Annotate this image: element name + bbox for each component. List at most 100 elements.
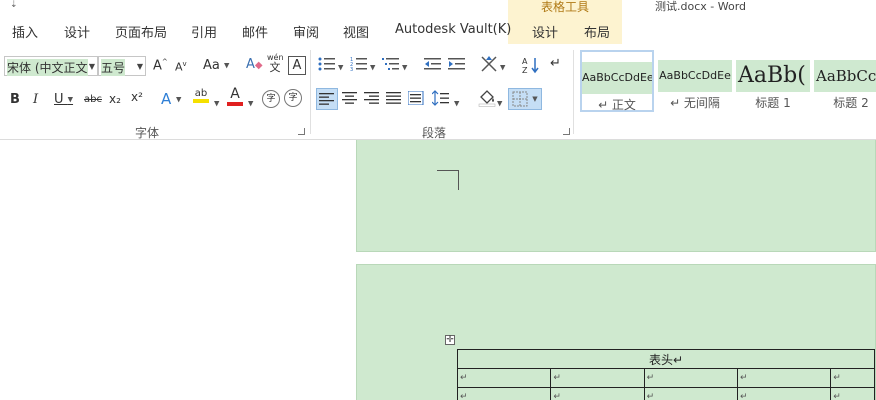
increase-indent-button[interactable] [448, 56, 466, 75]
table-cell[interactable]: ↵ [830, 368, 875, 388]
align-left-button[interactable] [316, 88, 338, 110]
align-left-icon [319, 93, 334, 105]
table-move-handle-icon[interactable]: ✛ [445, 335, 455, 345]
page[interactable]: ✛ 表头↵ ↵ ↵ ↵ ↵ ↵ ↵ ↵ ↵ ↵ ↵ [356, 264, 876, 400]
tab-view[interactable]: 视图 [343, 22, 369, 41]
table-cell[interactable]: ↵ [643, 387, 738, 400]
document-area[interactable]: ✛ 表头↵ ↵ ↵ ↵ ↵ ↵ ↵ ↵ ↵ ↵ ↵ [0, 140, 876, 400]
paragraph-dialog-launcher[interactable] [563, 128, 570, 135]
style-heading-2[interactable]: AaBbCc 标题 2 [814, 50, 876, 112]
style-normal[interactable]: AaBbCcDdEe ↵ 正文 [580, 50, 654, 112]
bullets-dropdown[interactable]: ▼ [338, 60, 343, 74]
subscript-button[interactable]: x₂ [109, 92, 121, 106]
numbering-button[interactable]: 123 [350, 56, 368, 75]
strikethrough-button[interactable]: abc [84, 94, 102, 105]
multilevel-list-button[interactable] [382, 56, 400, 75]
clear-formatting-button[interactable]: A◆ [246, 57, 263, 72]
document-title: 测试.docx - Word [655, 0, 747, 13]
character-border-button[interactable]: A [288, 56, 306, 75]
multilevel-list-icon [382, 58, 399, 70]
text-effects-button[interactable]: A ▼ [161, 90, 181, 108]
style-no-spacing[interactable]: AaBbCcDdEe ↵ 无间隔 [658, 50, 732, 112]
change-case-button[interactable]: Aa ▼ [203, 58, 229, 73]
sort-button[interactable]: AZ [522, 56, 540, 76]
line-spacing-dropdown[interactable]: ▼ [454, 96, 459, 110]
tab-review[interactable]: 审阅 [293, 22, 319, 41]
table-cell[interactable]: ↵ [736, 387, 832, 400]
table-cell[interactable]: ↵ [736, 368, 832, 388]
tab-insert[interactable]: 插入 [12, 22, 38, 41]
tab-references[interactable]: 引用 [191, 22, 217, 41]
phonetic-guide-bottom: 文 [269, 61, 281, 74]
superscript-button[interactable]: x² [131, 90, 143, 104]
style-sample: AaBbCcDdEe [658, 60, 732, 92]
table-row: ↵ ↵ ↵ ↵ ↵ [456, 387, 875, 400]
grow-font-icon: A [153, 58, 162, 74]
tab-mailings[interactable]: 邮件 [242, 22, 268, 41]
tab-autodesk-vault[interactable]: Autodesk Vault(K) [395, 22, 511, 37]
underline-button[interactable]: U ▼ [54, 92, 73, 107]
bold-button[interactable]: B [10, 92, 20, 107]
shrink-font-button[interactable]: Av [175, 60, 187, 74]
svg-text:A: A [522, 57, 528, 66]
style-name: ↵ 正文 [598, 98, 636, 112]
italic-button[interactable]: I [33, 92, 38, 107]
asian-layout-dropdown[interactable]: ▼ [500, 60, 505, 74]
align-right-button[interactable] [364, 91, 380, 108]
tab-table-layout[interactable]: 布局 [584, 22, 610, 41]
numbering-dropdown[interactable]: ▼ [370, 60, 375, 74]
tab-design[interactable]: 设计 [64, 22, 90, 41]
font-group-label: 字体 [135, 126, 160, 140]
enclosed-characters-button[interactable]: 字 [262, 90, 280, 108]
text-effects-icon: A [161, 90, 172, 108]
table-cell[interactable]: ↵ [830, 387, 875, 400]
bullets-button[interactable] [318, 56, 336, 72]
character-shading-button[interactable]: 字 [284, 89, 302, 107]
font-name-combo[interactable]: 宋体 (中文正文 ▼ [4, 56, 98, 76]
tab-page-layout[interactable]: 页面布局 [115, 22, 167, 41]
justify-icon [386, 92, 401, 104]
style-heading-1[interactable]: AaBb( 标题 1 [736, 50, 810, 112]
table-row: ↵ ↵ ↵ ↵ ↵ [456, 368, 875, 388]
align-center-button[interactable] [342, 91, 358, 108]
style-sample: AaBb( [736, 60, 810, 92]
font-color-button[interactable]: A [227, 87, 243, 106]
table-cell[interactable]: ↵ [456, 387, 552, 400]
table-cell[interactable]: ↵ [456, 368, 552, 388]
shading-button[interactable] [478, 89, 496, 110]
quick-access-dropdown-icon[interactable]: ⇣ [10, 0, 18, 10]
table-cell[interactable]: ↵ [643, 368, 738, 388]
font-size-combo[interactable]: 五号 ▼ [98, 56, 146, 76]
show-formatting-marks-button[interactable]: ↵ [550, 56, 561, 71]
borders-button[interactable]: ▼ [508, 88, 542, 110]
phonetic-guide-button[interactable]: wén 文 [267, 53, 284, 74]
font-color-dropdown[interactable]: ▼ [248, 96, 253, 110]
highlight-dropdown[interactable]: ▼ [214, 96, 219, 110]
numbering-icon: 123 [350, 57, 367, 73]
svg-text:3: 3 [350, 67, 353, 72]
distributed-button[interactable] [407, 90, 424, 108]
sort-chinese-layout-button[interactable] [480, 55, 498, 76]
decrease-indent-icon [424, 58, 441, 70]
align-right-icon [364, 92, 379, 104]
shading-dropdown[interactable]: ▼ [497, 96, 502, 110]
multilevel-dropdown[interactable]: ▼ [402, 60, 407, 74]
highlight-icon: ab [194, 88, 208, 99]
grow-font-button[interactable]: A^ [153, 58, 168, 73]
font-dialog-launcher[interactable] [298, 128, 305, 135]
justify-button[interactable] [386, 91, 402, 108]
table-tools-label: 表格工具 [540, 0, 589, 14]
table-header-cell[interactable]: 表头↵ [457, 349, 875, 369]
document-table[interactable]: 表头↵ ↵ ↵ ↵ ↵ ↵ ↵ ↵ ↵ ↵ ↵ [456, 349, 875, 400]
font-color-bar [227, 102, 243, 106]
tab-table-design[interactable]: 设计 [532, 22, 558, 41]
highlight-button[interactable]: ab [193, 88, 209, 103]
chevron-down-icon: ▼ [88, 62, 95, 71]
paint-bucket-icon [478, 90, 496, 107]
pilcrow-icon: ↵ [550, 56, 561, 71]
line-spacing-button[interactable] [431, 90, 450, 109]
table-cell[interactable]: ↵ [550, 368, 645, 388]
table-cell[interactable]: ↵ [550, 387, 645, 400]
page[interactable] [356, 140, 876, 252]
decrease-indent-button[interactable] [424, 56, 442, 75]
